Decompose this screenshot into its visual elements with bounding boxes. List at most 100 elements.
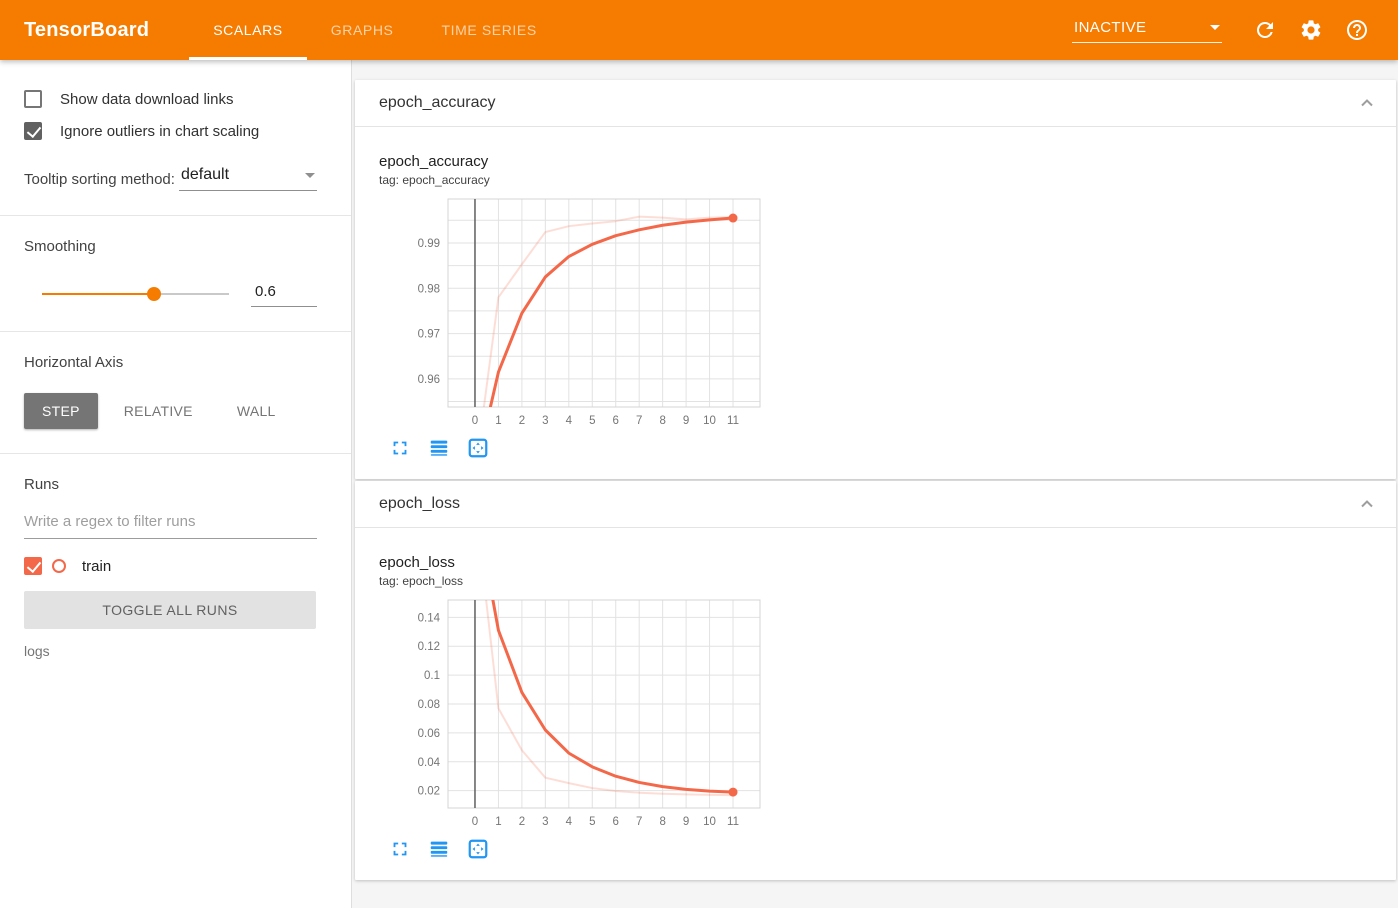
chevron-down-icon (305, 172, 315, 178)
card-epoch-loss-body: epoch_loss tag: epoch_loss 0 1 2 3 4 5 6 7 8 9 10 1… (355, 528, 1396, 880)
axis-relative-button[interactable]: RELATIVE (106, 393, 211, 429)
svg-text:5: 5 (589, 415, 595, 427)
svg-text:6: 6 (613, 415, 619, 427)
svg-text:0.04: 0.04 (418, 757, 441, 769)
run-row-train[interactable]: train (24, 557, 317, 575)
dropdown-arrow-icon (1210, 25, 1220, 30)
svg-text:5: 5 (589, 816, 595, 828)
card-title: epoch_accuracy (379, 94, 496, 111)
svg-text:0.02: 0.02 (418, 786, 440, 798)
log-scale-lines-icon[interactable] (428, 437, 450, 459)
svg-text:0.1: 0.1 (424, 670, 440, 682)
svg-text:9: 9 (683, 816, 689, 828)
show-download-links-label: Show data download links (60, 90, 234, 108)
app-header: TensorBoard SCALARS GRAPHS TIME SERIES I… (0, 0, 1398, 60)
svg-text:11: 11 (727, 415, 739, 427)
main-tabs: SCALARS GRAPHS TIME SERIES (189, 0, 561, 60)
svg-text:2: 2 (519, 415, 525, 427)
expand-chart-icon[interactable] (389, 437, 411, 459)
show-download-links-checkbox[interactable] (24, 90, 42, 108)
show-download-links-checkbox-row[interactable]: Show data download links (24, 90, 317, 108)
smoothing-slider[interactable] (42, 287, 229, 301)
chevron-up-icon[interactable] (1360, 497, 1374, 511)
sidebar-divider (0, 215, 351, 216)
reload-status-dropdown[interactable]: INACTIVE (1072, 17, 1222, 43)
toggle-all-runs-button[interactable]: TOGGLE ALL RUNS (24, 591, 316, 629)
settings-sidebar: Show data download links Ignore outliers… (0, 60, 352, 908)
svg-text:3: 3 (542, 816, 548, 828)
chart-title: epoch_accuracy (379, 153, 489, 170)
fit-domain-icon[interactable] (467, 838, 489, 860)
slider-fill (42, 293, 155, 295)
svg-text:0: 0 (472, 415, 478, 427)
svg-text:0.06: 0.06 (418, 728, 440, 740)
fit-domain-icon[interactable] (467, 437, 489, 459)
chart-tag: tag: epoch_loss (379, 574, 464, 588)
tab-time-series[interactable]: TIME SERIES (417, 0, 560, 60)
card-epoch-loss-header[interactable]: epoch_loss (355, 481, 1396, 528)
tab-scalars[interactable]: SCALARS (189, 0, 307, 60)
axis-wall-button[interactable]: WALL (219, 393, 294, 429)
epoch-accuracy-chart[interactable]: 0 1 2 3 4 5 6 7 8 9 10 11 0.96 0.97 0.98 0.99 (386, 193, 766, 427)
svg-text:8: 8 (659, 816, 665, 828)
run-train-checkbox[interactable] (24, 557, 42, 575)
ignore-outliers-label: Ignore outliers in chart scaling (60, 122, 260, 140)
svg-text:3: 3 (542, 415, 548, 427)
svg-text:0: 0 (472, 816, 478, 828)
chart-actions (389, 437, 1372, 459)
ignore-outliers-checkbox-row[interactable]: Ignore outliers in chart scaling (24, 122, 317, 140)
chevron-up-icon[interactable] (1360, 96, 1374, 110)
svg-text:10: 10 (703, 816, 716, 828)
slider-thumb[interactable] (147, 287, 162, 301)
svg-text:7: 7 (636, 415, 642, 427)
dashboard-main: epoch_accuracy epoch_accuracy tag: epoch… (352, 60, 1398, 908)
refresh-icon[interactable] (1253, 18, 1277, 42)
chart-tag: tag: epoch_accuracy (379, 173, 490, 187)
tab-graphs[interactable]: GRAPHS (307, 0, 418, 60)
chart-actions (389, 838, 1372, 860)
svg-text:0.97: 0.97 (418, 329, 440, 341)
run-train-label: train (82, 557, 112, 575)
sidebar-divider (0, 331, 351, 332)
svg-text:9: 9 (683, 415, 689, 427)
svg-text:6: 6 (613, 816, 619, 828)
smoothing-row: 0.6 (24, 281, 317, 307)
epoch-loss-chart[interactable]: 0 1 2 3 4 5 6 7 8 9 10 11 0.02 0.04 0.06 0.08 0.1 0.12 0.1… (386, 594, 766, 828)
svg-text:0.98: 0.98 (418, 283, 440, 295)
svg-text:0.08: 0.08 (418, 699, 440, 711)
ignore-outliers-checkbox[interactable] (24, 122, 42, 140)
svg-text:1: 1 (495, 415, 501, 427)
axis-step-button[interactable]: STEP (24, 393, 98, 429)
svg-text:7: 7 (636, 816, 642, 828)
dropdown-underline (1072, 42, 1222, 43)
horizontal-axis-label: Horizontal Axis (24, 354, 124, 371)
run-color-swatch[interactable] (52, 559, 66, 573)
tooltip-sorting-value: default (181, 166, 230, 183)
header-right: INACTIVE (1072, 0, 1398, 60)
runs-filter-input[interactable] (24, 507, 317, 539)
tooltip-sorting-label: Tooltip sorting method: (24, 171, 175, 189)
svg-text:0.14: 0.14 (418, 612, 441, 624)
svg-text:0.99: 0.99 (418, 238, 440, 250)
smoothing-value-field[interactable]: 0.6 (251, 281, 317, 307)
card-epoch-accuracy-header[interactable]: epoch_accuracy (355, 80, 1396, 127)
card-epoch-accuracy-body: epoch_accuracy tag: epoch_accuracy 0 1 2 3 4… (355, 127, 1396, 479)
card-epoch-loss: epoch_loss epoch_loss tag: epoch_loss 0 1… (355, 481, 1396, 880)
horizontal-axis-buttons: STEP RELATIVE WALL (24, 393, 317, 429)
svg-text:11: 11 (727, 816, 739, 828)
svg-text:2: 2 (519, 816, 525, 828)
settings-gear-icon[interactable] (1299, 18, 1323, 42)
tooltip-sorting-select[interactable]: default (179, 166, 317, 191)
runs-directory-label: logs (24, 643, 50, 659)
runs-label: Runs (24, 476, 60, 493)
svg-text:4: 4 (566, 816, 573, 828)
log-scale-lines-icon[interactable] (428, 838, 450, 860)
svg-text:8: 8 (659, 415, 665, 427)
smoothing-label: Smoothing (24, 238, 96, 255)
svg-text:0.96: 0.96 (418, 374, 440, 386)
help-icon[interactable] (1345, 18, 1369, 42)
svg-text:1: 1 (495, 816, 501, 828)
reload-status-value: INACTIVE (1074, 19, 1147, 36)
svg-text:10: 10 (703, 415, 716, 427)
expand-chart-icon[interactable] (389, 838, 411, 860)
